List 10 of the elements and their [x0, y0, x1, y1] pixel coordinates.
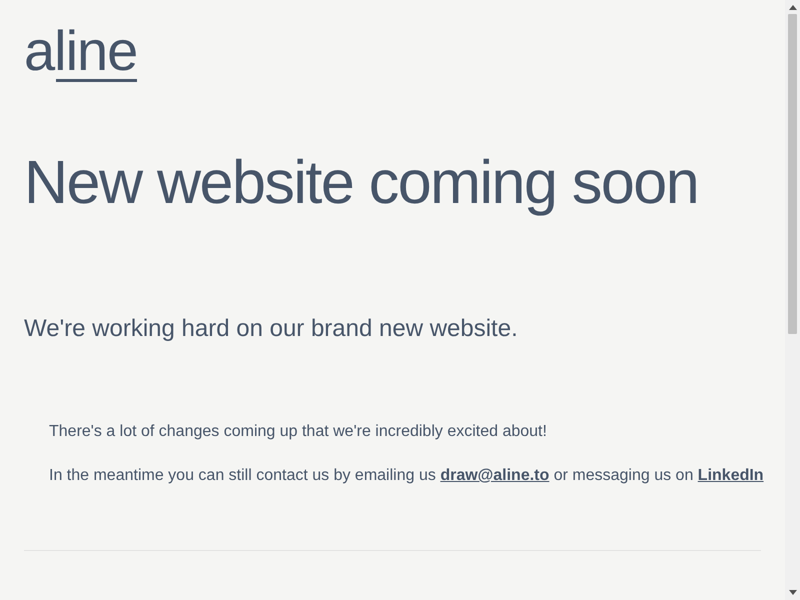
heading: New website coming soon — [24, 147, 700, 218]
paragraph: In the meantime you can still contact us by emailing us draw@aline.to or messaging us on LinkedIn — [49, 466, 761, 486]
link[interactable]: draw@aline.to — [440, 467, 550, 484]
scroll-down-icon[interactable] — [788, 590, 796, 595]
link[interactable]: LinkedIn — [698, 467, 764, 484]
scrollbar[interactable] — [785, 0, 800, 600]
paragraph: There's a lot of changes coming up that we're incredibly excited about! — [49, 422, 548, 442]
subheading: We're working hard on our brand new website. — [24, 314, 519, 344]
scrollbar-thumb[interactable] — [788, 14, 797, 334]
scroll-up-icon[interactable] — [788, 5, 796, 10]
